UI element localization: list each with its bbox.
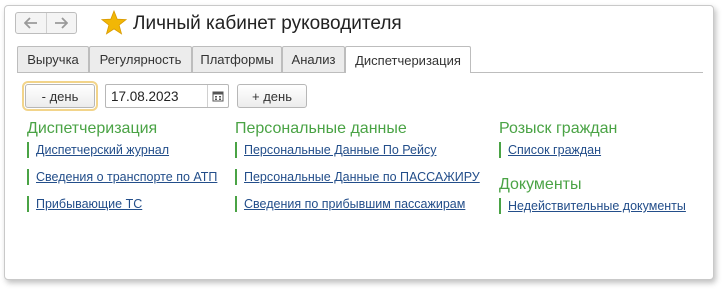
back-button[interactable]	[16, 13, 46, 33]
section-title-dispatch: Диспетчеризация	[27, 120, 158, 137]
tab-revenue[interactable]: Выручка	[17, 46, 89, 72]
date-value[interactable]: 17.08.2023	[106, 89, 207, 104]
calendar-icon	[212, 91, 224, 102]
link-invalid-documents[interactable]: Недействительные документы	[499, 198, 686, 214]
arrow-left-icon	[23, 17, 37, 29]
app-window: Личный кабинет руководителя Выручка Регу…	[4, 5, 714, 280]
tab-analysis[interactable]: Анализ	[282, 46, 345, 72]
link-citizens-list[interactable]: Список граждан	[499, 142, 601, 158]
navigation-buttons	[15, 12, 77, 34]
link-transport-info[interactable]: Сведения о транспорте по АТП	[27, 169, 217, 185]
prev-day-button[interactable]: - день	[22, 81, 98, 111]
forward-button[interactable]	[45, 13, 77, 33]
tab-bar: Выручка Регулярность Платформы Анализ Ди…	[17, 46, 713, 73]
tab-dispatch[interactable]: Диспетчеризация	[345, 46, 471, 73]
arrow-right-icon	[55, 17, 69, 29]
tab-platforms[interactable]: Платформы	[192, 46, 282, 72]
tab-regularity[interactable]: Регулярность	[89, 46, 192, 72]
link-personal-by-trip[interactable]: Персональные Данные По Рейсу	[235, 142, 436, 158]
section-title-documents: Документы	[499, 176, 582, 193]
calendar-button[interactable]	[207, 85, 228, 107]
section-title-search: Розыск граждан	[499, 120, 618, 137]
link-arrived-passengers[interactable]: Сведения по прибывшим пассажирам	[235, 196, 465, 212]
date-field[interactable]: 17.08.2023	[105, 84, 229, 108]
next-day-button[interactable]: + день	[237, 84, 307, 108]
link-dispatch-journal[interactable]: Диспетчерский журнал	[27, 142, 169, 158]
link-personal-by-passenger[interactable]: Персональные Данные по ПАССАЖИРУ	[235, 169, 480, 185]
section-title-personal: Персональные данные	[235, 120, 407, 137]
link-arriving-vehicles[interactable]: Прибывающие ТС	[27, 196, 142, 212]
page-title: Личный кабинет руководителя	[133, 13, 402, 34]
star-icon[interactable]	[101, 10, 127, 36]
